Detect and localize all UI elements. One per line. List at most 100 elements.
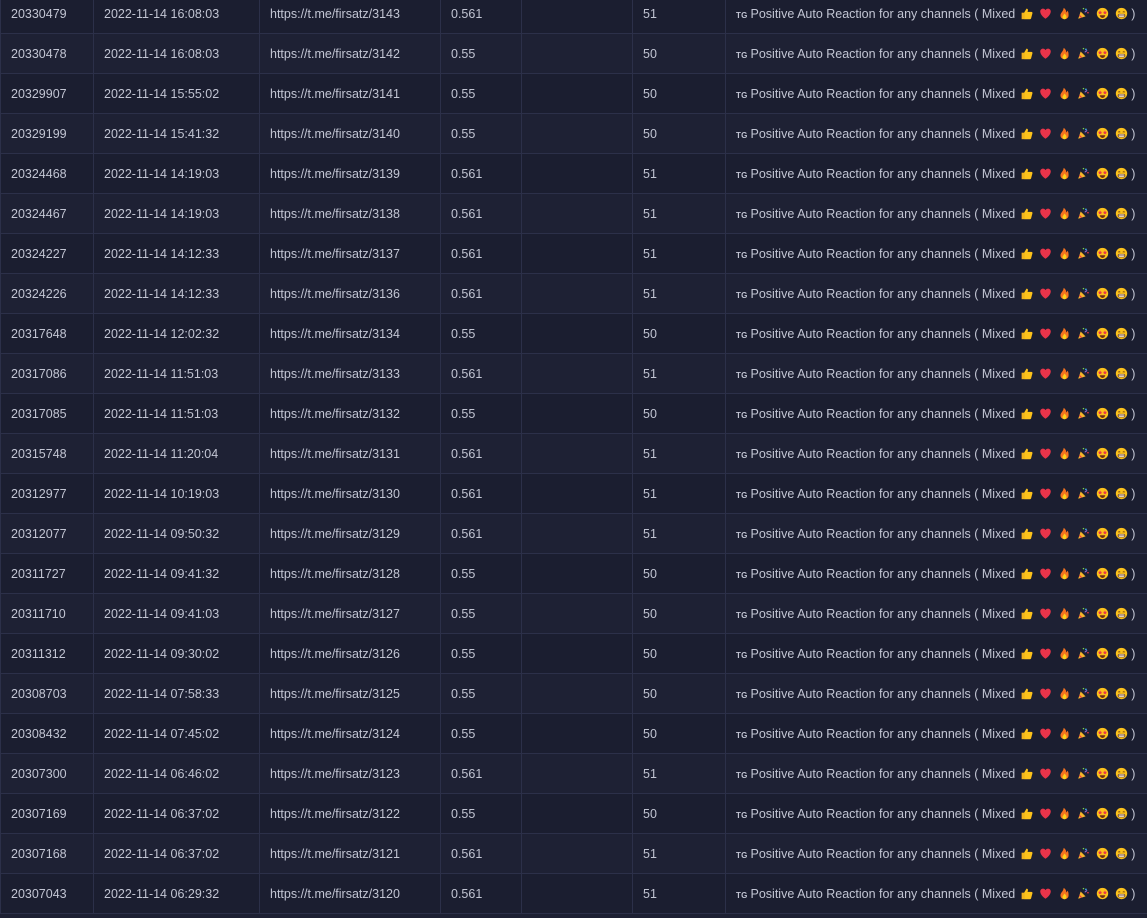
order-link-cell[interactable]: https://t.me/firsatz/3123 xyxy=(259,753,441,794)
service-name-close: ) xyxy=(1131,166,1136,181)
red-heart-icon xyxy=(1039,767,1052,780)
order-link-cell[interactable]: https://t.me/firsatz/3140 xyxy=(259,113,441,154)
order-service-cell: TG Positive Auto Reaction for any channel… xyxy=(725,233,1147,274)
star-struck-icon xyxy=(1096,487,1109,500)
service-name: Positive Auto Reaction for any channels … xyxy=(750,86,1016,101)
star-struck-icon xyxy=(1096,87,1109,100)
telegram-badge-icon: TG xyxy=(736,10,748,20)
order-link-cell[interactable]: https://t.me/firsatz/3120 xyxy=(259,873,441,914)
order-charge-cell: 0.55 xyxy=(440,73,522,114)
order-link-cell[interactable]: https://t.me/firsatz/3121 xyxy=(259,833,441,874)
order-service-cell: TG Positive Auto Reaction for any channel… xyxy=(725,793,1147,834)
order-link-cell[interactable]: https://t.me/firsatz/3131 xyxy=(259,433,441,474)
thumbs-up-icon xyxy=(1020,847,1033,860)
service-name-close: ) xyxy=(1131,446,1136,461)
order-link-cell[interactable]: https://t.me/firsatz/3133 xyxy=(259,353,441,394)
beaming-face-icon xyxy=(1115,87,1128,100)
order-start-count-cell xyxy=(521,713,633,754)
service-name: Positive Auto Reaction for any channels … xyxy=(750,206,1016,221)
order-date-cell: 2022-11-14 10:19:03 xyxy=(93,473,260,514)
order-charge-cell: 0.561 xyxy=(440,193,522,234)
order-quantity-cell: 51 xyxy=(632,433,726,474)
order-link-cell[interactable]: https://t.me/firsatz/3136 xyxy=(259,273,441,314)
order-service-cell: TG Positive Auto Reaction for any channel… xyxy=(725,633,1147,674)
party-popper-icon xyxy=(1077,807,1090,820)
party-popper-icon xyxy=(1077,767,1090,780)
order-link-cell[interactable]: https://t.me/firsatz/3126 xyxy=(259,633,441,674)
service-name-close: ) xyxy=(1131,846,1136,861)
red-heart-icon xyxy=(1039,887,1052,900)
party-popper-icon xyxy=(1077,47,1090,60)
orders-table-container[interactable]: 20330479 2022-11-14 16:08:03 https://t.m… xyxy=(0,0,1147,914)
order-service-cell: TG Positive Auto Reaction for any channel… xyxy=(725,273,1147,314)
party-popper-icon xyxy=(1077,367,1090,380)
order-link-cell[interactable]: https://t.me/firsatz/3127 xyxy=(259,593,441,634)
order-link-cell[interactable]: https://t.me/firsatz/3125 xyxy=(259,673,441,714)
star-struck-icon xyxy=(1096,727,1109,740)
thumbs-up-icon xyxy=(1020,687,1033,700)
order-start-count-cell xyxy=(521,793,633,834)
order-charge-cell: 0.561 xyxy=(440,433,522,474)
order-start-count-cell xyxy=(521,73,633,114)
order-start-count-cell xyxy=(521,833,633,874)
beaming-face-icon xyxy=(1115,687,1128,700)
order-start-count-cell xyxy=(521,193,633,234)
telegram-badge-icon: TG xyxy=(736,290,748,300)
order-quantity-cell: 51 xyxy=(632,193,726,234)
order-service-cell: TG Positive Auto Reaction for any channel… xyxy=(725,313,1147,354)
order-quantity-cell: 50 xyxy=(632,793,726,834)
order-id-cell: 20330478 xyxy=(0,33,94,74)
beaming-face-icon xyxy=(1115,527,1128,540)
service-name: Positive Auto Reaction for any channels … xyxy=(750,806,1016,821)
order-link-cell[interactable]: https://t.me/firsatz/3134 xyxy=(259,313,441,354)
order-link-cell[interactable]: https://t.me/firsatz/3139 xyxy=(259,153,441,194)
party-popper-icon xyxy=(1077,87,1090,100)
party-popper-icon xyxy=(1077,727,1090,740)
service-name-close: ) xyxy=(1131,886,1136,901)
order-start-count-cell xyxy=(521,593,633,634)
star-struck-icon xyxy=(1096,207,1109,220)
order-link-cell[interactable]: https://t.me/firsatz/3142 xyxy=(259,33,441,74)
telegram-badge-icon: TG xyxy=(736,810,748,820)
order-id-cell: 20308703 xyxy=(0,673,94,714)
order-quantity-cell: 51 xyxy=(632,873,726,914)
red-heart-icon xyxy=(1039,647,1052,660)
order-link-cell[interactable]: https://t.me/firsatz/3143 xyxy=(259,0,441,34)
order-link-cell[interactable]: https://t.me/firsatz/3132 xyxy=(259,393,441,434)
table-row: 20311727 2022-11-14 09:41:32 https://t.m… xyxy=(0,553,1147,594)
order-start-count-cell xyxy=(521,473,633,514)
order-link-cell[interactable]: https://t.me/firsatz/3128 xyxy=(259,553,441,594)
thumbs-up-icon xyxy=(1020,207,1033,220)
table-row: 20308703 2022-11-14 07:58:33 https://t.m… xyxy=(0,673,1147,714)
order-link-cell[interactable]: https://t.me/firsatz/3129 xyxy=(259,513,441,554)
order-quantity-cell: 51 xyxy=(632,753,726,794)
service-name: Positive Auto Reaction for any channels … xyxy=(750,6,1016,21)
reaction-emoji-list xyxy=(1020,327,1128,340)
reaction-emoji-list xyxy=(1020,7,1128,20)
order-link-cell[interactable]: https://t.me/firsatz/3141 xyxy=(259,73,441,114)
red-heart-icon xyxy=(1039,567,1052,580)
service-name: Positive Auto Reaction for any channels … xyxy=(750,286,1016,301)
thumbs-up-icon xyxy=(1020,87,1033,100)
order-link-cell[interactable]: https://t.me/firsatz/3137 xyxy=(259,233,441,274)
thumbs-up-icon xyxy=(1020,327,1033,340)
telegram-badge-icon: TG xyxy=(736,410,748,420)
order-link-cell[interactable]: https://t.me/firsatz/3122 xyxy=(259,793,441,834)
order-id-cell: 20317086 xyxy=(0,353,94,394)
order-link-cell[interactable]: https://t.me/firsatz/3138 xyxy=(259,193,441,234)
thumbs-up-icon xyxy=(1020,727,1033,740)
reaction-emoji-list xyxy=(1020,767,1128,780)
service-name: Positive Auto Reaction for any channels … xyxy=(750,606,1016,621)
table-row: 20307169 2022-11-14 06:37:02 https://t.m… xyxy=(0,793,1147,834)
order-service-cell: TG Positive Auto Reaction for any channel… xyxy=(725,673,1147,714)
star-struck-icon xyxy=(1096,7,1109,20)
order-link-cell[interactable]: https://t.me/firsatz/3130 xyxy=(259,473,441,514)
service-name-close: ) xyxy=(1131,246,1136,261)
fire-icon xyxy=(1058,287,1071,300)
thumbs-up-icon xyxy=(1020,287,1033,300)
party-popper-icon xyxy=(1077,447,1090,460)
order-link-cell[interactable]: https://t.me/firsatz/3124 xyxy=(259,713,441,754)
star-struck-icon xyxy=(1096,647,1109,660)
telegram-badge-icon: TG xyxy=(736,210,748,220)
order-id-cell: 20315748 xyxy=(0,433,94,474)
